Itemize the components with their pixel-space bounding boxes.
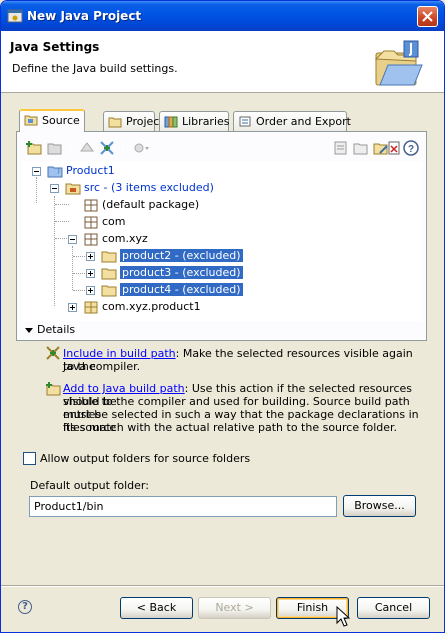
package-icon bbox=[84, 233, 98, 246]
window-title: New Java Project bbox=[27, 9, 142, 23]
expand-toggle[interactable] bbox=[86, 269, 95, 278]
add-to-java-build-path-link[interactable]: Add to Java build path bbox=[63, 382, 185, 395]
exclude-icon[interactable] bbox=[332, 139, 350, 157]
eclipse-app-icon bbox=[7, 9, 23, 23]
chevron-down-icon bbox=[25, 327, 33, 333]
include-in-build-path-link[interactable]: Include in build path bbox=[63, 347, 176, 360]
tab-source[interactable]: Source bbox=[19, 109, 85, 132]
tree-node-com-xyz[interactable]: com.xyz bbox=[83, 231, 148, 247]
libraries-icon bbox=[164, 116, 178, 128]
help-icon[interactable]: ? bbox=[402, 139, 420, 157]
java-project-icon: J bbox=[47, 166, 63, 178]
add-to-build-path-icon bbox=[46, 382, 61, 396]
next-button[interactable]: Next > bbox=[198, 597, 271, 619]
tab-libraries[interactable]: Libraries bbox=[159, 111, 230, 131]
collapse-toggle[interactable] bbox=[50, 184, 59, 193]
toolbar-separator bbox=[122, 140, 123, 156]
button-bar-divider bbox=[1, 585, 444, 587]
new-java-project-dialog: New Java Project Java Settings Define th… bbox=[0, 0, 445, 633]
tree-node-project[interactable]: J Product1 bbox=[47, 163, 115, 179]
tree-node-com[interactable]: com bbox=[83, 214, 126, 230]
tree-node-excluded[interactable]: product3 - (excluded) bbox=[101, 265, 243, 281]
close-button[interactable] bbox=[417, 6, 438, 27]
allow-output-folders-checkbox[interactable] bbox=[23, 452, 36, 465]
source-toolbar: ? bbox=[22, 137, 422, 161]
close-icon bbox=[422, 11, 433, 22]
expand-toggle[interactable] bbox=[86, 286, 95, 295]
package-icon bbox=[84, 216, 98, 229]
cancel-button[interactable]: Cancel bbox=[357, 597, 430, 619]
svg-text:?: ? bbox=[408, 144, 414, 155]
tree-node-default-package[interactable]: (default package) bbox=[83, 197, 199, 213]
allow-output-folders-label: Allow output folders for source folders bbox=[40, 452, 251, 465]
tab-order-and-export-label: Order and Export bbox=[256, 115, 351, 128]
browse-button[interactable]: Browse... bbox=[343, 495, 416, 517]
configure-dropdown-icon[interactable] bbox=[132, 139, 150, 157]
remove-icon[interactable] bbox=[384, 139, 402, 157]
package-icon bbox=[84, 301, 98, 314]
include-in-build-path-icon bbox=[46, 346, 60, 360]
folder-icon bbox=[101, 251, 117, 263]
tree-node-com-xyz-product1[interactable]: com.xyz.product1 bbox=[83, 299, 201, 315]
tree-node-excluded[interactable]: product2 - (excluded) bbox=[101, 248, 243, 264]
page-title: Java Settings bbox=[10, 40, 100, 54]
open-folder-icon[interactable] bbox=[352, 139, 370, 157]
link-source-folder-icon[interactable] bbox=[46, 139, 64, 157]
folder-icon bbox=[101, 285, 117, 297]
svg-text:J: J bbox=[57, 167, 60, 174]
details-toggle[interactable]: Details bbox=[25, 323, 75, 336]
wizard-header: Java Settings Define the Java build sett… bbox=[1, 31, 444, 93]
default-output-folder-label: Default output folder: bbox=[30, 479, 149, 492]
page-description: Define the Java build settings. bbox=[12, 62, 178, 75]
tab-libraries-label: Libraries bbox=[182, 115, 230, 128]
help-icon[interactable]: ? bbox=[18, 600, 32, 614]
back-button[interactable]: < Back bbox=[120, 597, 193, 619]
create-source-folder-icon[interactable] bbox=[26, 139, 44, 157]
expand-toggle[interactable] bbox=[86, 252, 95, 261]
collapse-toggle[interactable] bbox=[68, 235, 77, 244]
source-folder-icon bbox=[24, 115, 38, 126]
tab-source-label: Source bbox=[42, 114, 80, 127]
tab-order-and-export[interactable]: Order and Export bbox=[233, 111, 351, 131]
source-folder-icon bbox=[65, 183, 81, 195]
tab-projects[interactable]: Projects bbox=[103, 111, 169, 131]
tree-node-excluded[interactable]: product4 - (excluded) bbox=[101, 282, 243, 298]
source-folder-tree[interactable]: J Product1 src - (3 items excluded) (defa… bbox=[22, 161, 422, 321]
collapse-toggle[interactable] bbox=[32, 167, 41, 176]
expand-toggle[interactable] bbox=[68, 303, 77, 312]
order-export-icon bbox=[239, 116, 251, 127]
tree-node-src[interactable]: src - (3 items excluded) bbox=[65, 180, 214, 196]
java-project-wizard-icon bbox=[374, 40, 423, 86]
title-bar[interactable]: New Java Project bbox=[1, 1, 444, 31]
remove-from-build-path-icon[interactable] bbox=[78, 139, 96, 157]
package-icon bbox=[84, 199, 98, 212]
default-output-folder-input[interactable] bbox=[29, 496, 337, 517]
add-description-line-4: files match with the actual relative pat… bbox=[63, 421, 398, 434]
projects-icon bbox=[108, 117, 122, 128]
toolbar-separator bbox=[70, 140, 71, 156]
mouse-cursor-icon bbox=[336, 606, 351, 627]
include-description-line-2: Java compiler. bbox=[63, 360, 141, 373]
add-to-build-path-icon[interactable] bbox=[98, 139, 116, 157]
folder-icon bbox=[101, 268, 117, 280]
